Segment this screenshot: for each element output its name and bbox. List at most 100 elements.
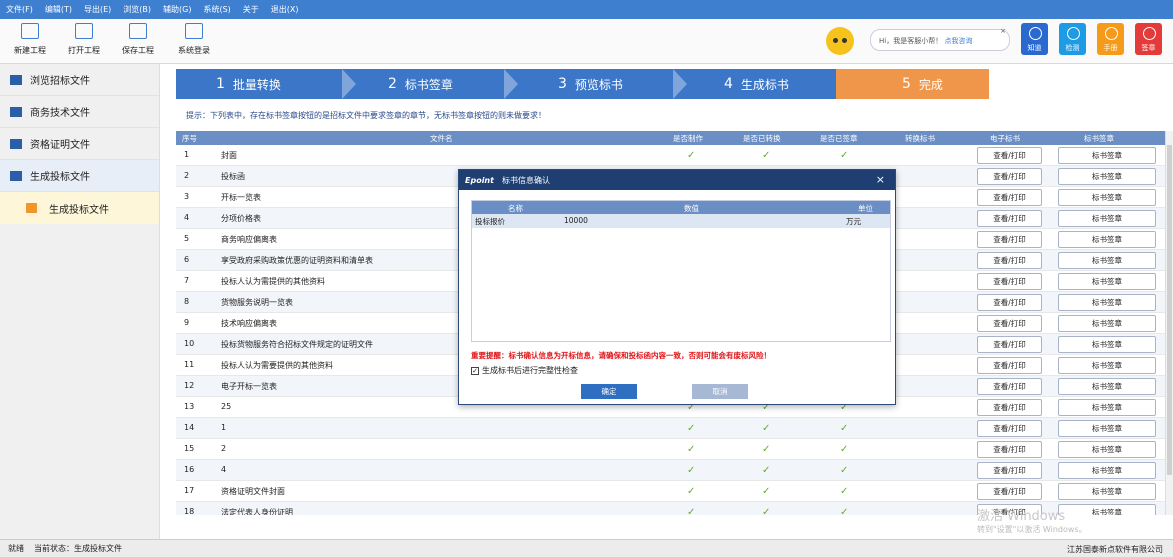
sign-button[interactable]: 标书签章 [1058,315,1156,332]
view-print-button[interactable]: 查看/打印 [977,441,1042,458]
table-row[interactable]: 16 4 ✓ ✓ ✓ 查看/打印 标书签章 [176,460,1165,481]
row-index: 8 [184,297,190,306]
view-print-button[interactable]: 查看/打印 [977,210,1042,227]
open-project-button[interactable]: 打开工程 [59,23,109,56]
view-print-button[interactable]: 查看/打印 [977,399,1042,416]
sign-button[interactable]: 标书签章 [1058,210,1156,227]
sidebar-item-browse[interactable]: 浏览招标文件 [0,64,159,96]
sidebar-subitem-generate[interactable]: 生成投标文件 [0,192,159,224]
check-icon: ✓ [762,423,771,434]
check-icon: ✓ [840,423,849,434]
menu-assist[interactable]: 辅助(G) [163,4,191,15]
row-index: 11 [184,360,195,369]
system-login-button[interactable]: 系统登录 [169,23,219,56]
new-project-button[interactable]: 新建工程 [5,23,55,56]
sign-button[interactable]: 标书签章 [1058,420,1156,437]
checkbox[interactable]: ✓ [471,366,479,375]
view-print-button[interactable]: 查看/打印 [977,273,1042,290]
view-print-button[interactable]: 查看/打印 [977,147,1042,164]
assistant-close-icon[interactable]: × [1000,27,1006,35]
row-index: 13 [184,402,195,411]
menu-export[interactable]: 导出(E) [84,4,111,15]
sign-button[interactable]: 标书签章 [1058,336,1156,353]
assistant-link[interactable]: 点我咨询 [944,37,972,45]
sidebar-item-qualification[interactable]: 资格证明文件 [0,128,159,160]
bid-info-row[interactable]: 投标报价 10000 万元 [472,214,890,228]
sidebar-item-label: 资格证明文件 [30,140,90,151]
toolbar: 新建工程 打开工程 保存工程 系统登录 Hi，我是客服小帮！ 点我咨询 × 知道 … [0,19,1173,64]
view-print-button[interactable]: 查看/打印 [977,189,1042,206]
bid-value: 10000 [564,216,588,225]
row-index: 16 [184,465,195,474]
sidebar-item-label: 生成投标文件 [30,172,90,183]
menu-file[interactable]: 文件(F) [6,4,33,15]
step-4: 4 生成标书 [724,69,789,99]
table-scrollbar[interactable] [1165,131,1173,515]
row-filename: 4 [221,465,227,474]
menu-browse[interactable]: 浏览(B) [123,4,151,15]
menu-exit[interactable]: 退出(X) [271,4,299,15]
cancel-button[interactable]: 取消 [692,384,748,399]
step-separator [504,69,518,99]
bid-info-table: 名称 数值 单位 投标报价 10000 万元 [471,200,891,342]
view-print-button[interactable]: 查看/打印 [977,357,1042,374]
table-row[interactable]: 1 封面 ✓ ✓ ✓ 查看/打印 标书签章 [176,145,1165,166]
sign-button[interactable]: 标书签章 [1058,504,1156,515]
zhidao-label: 知道 [1027,44,1042,52]
view-print-button[interactable]: 查看/打印 [977,252,1042,269]
check-icon: ✓ [762,507,771,515]
view-print-button[interactable]: 查看/打印 [977,336,1042,353]
warning-text: 重要提醒：标书确认信息为开标信息，请确保和投标函内容一致，否则可能会有废标风险！ [471,351,771,360]
signature-button[interactable]: 签章 [1135,23,1162,55]
menu-about[interactable]: 关于 [243,4,259,15]
assistant-bubble[interactable]: Hi，我是客服小帮！ 点我咨询 × [870,27,1010,51]
zhidao-button[interactable]: 知道 [1021,23,1048,55]
integrity-check[interactable]: ✓ 生成标书后进行完整性检查 [471,365,578,376]
menu-edit[interactable]: 编辑(T) [45,4,72,15]
close-icon[interactable]: × [876,173,885,186]
check-icon: ✓ [687,423,696,434]
step-progress-bar: 1 批量转换 2 标书签章 3 预览标书 4 生成标书 5 完成 [176,69,989,99]
sign-button[interactable]: 标书签章 [1058,357,1156,374]
row-filename: 投标货物服务符合招标文件规定的证明文件 [221,340,373,349]
table-row[interactable]: 14 1 ✓ ✓ ✓ 查看/打印 标书签章 [176,418,1165,439]
sign-button[interactable]: 标书签章 [1058,189,1156,206]
view-print-button[interactable]: 查看/打印 [977,294,1042,311]
sign-button[interactable]: 标书签章 [1058,252,1156,269]
sign-button[interactable]: 标书签章 [1058,399,1156,416]
sign-button[interactable]: 标书签章 [1058,294,1156,311]
sign-button[interactable]: 标书签章 [1058,462,1156,479]
view-print-button[interactable]: 查看/打印 [977,483,1042,500]
confirm-button[interactable]: 确定 [581,384,637,399]
sidebar-item-generate[interactable]: 生成投标文件 [0,160,159,192]
view-print-button[interactable]: 查看/打印 [977,315,1042,332]
sign-button[interactable]: 标书签章 [1058,378,1156,395]
row-index: 4 [184,213,190,222]
sign-button[interactable]: 标书签章 [1058,483,1156,500]
view-print-button[interactable]: 查看/打印 [977,378,1042,395]
table-row[interactable]: 17 资格证明文件封面 ✓ ✓ ✓ 查看/打印 标书签章 [176,481,1165,502]
sign-button[interactable]: 标书签章 [1058,147,1156,164]
manual-button[interactable]: 手册 [1097,23,1124,55]
sign-button[interactable]: 标书签章 [1058,231,1156,248]
sign-button[interactable]: 标书签章 [1058,273,1156,290]
check-button[interactable]: 检测 [1059,23,1086,55]
row-filename: 25 [221,402,232,411]
col-filename: 文件名 [430,134,453,143]
col-name: 名称 [508,204,523,213]
scrollbar-thumb[interactable] [1167,145,1172,475]
row-index: 17 [184,486,195,495]
view-print-button[interactable]: 查看/打印 [977,231,1042,248]
row-filename: 技术响应偏离表 [221,319,277,328]
view-print-button[interactable]: 查看/打印 [977,168,1042,185]
view-print-button[interactable]: 查看/打印 [977,462,1042,479]
row-filename: 享受政府采购政策优惠的证明资料和清单表 [221,256,373,265]
sign-button[interactable]: 标书签章 [1058,168,1156,185]
sign-button[interactable]: 标书签章 [1058,441,1156,458]
table-row[interactable]: 15 2 ✓ ✓ ✓ 查看/打印 标书签章 [176,439,1165,460]
save-project-button[interactable]: 保存工程 [113,23,163,56]
menu-system[interactable]: 系统(S) [203,4,230,15]
view-print-button[interactable]: 查看/打印 [977,420,1042,437]
row-filename: 投标函 [221,172,245,181]
sidebar-item-business[interactable]: 商务技术文件 [0,96,159,128]
